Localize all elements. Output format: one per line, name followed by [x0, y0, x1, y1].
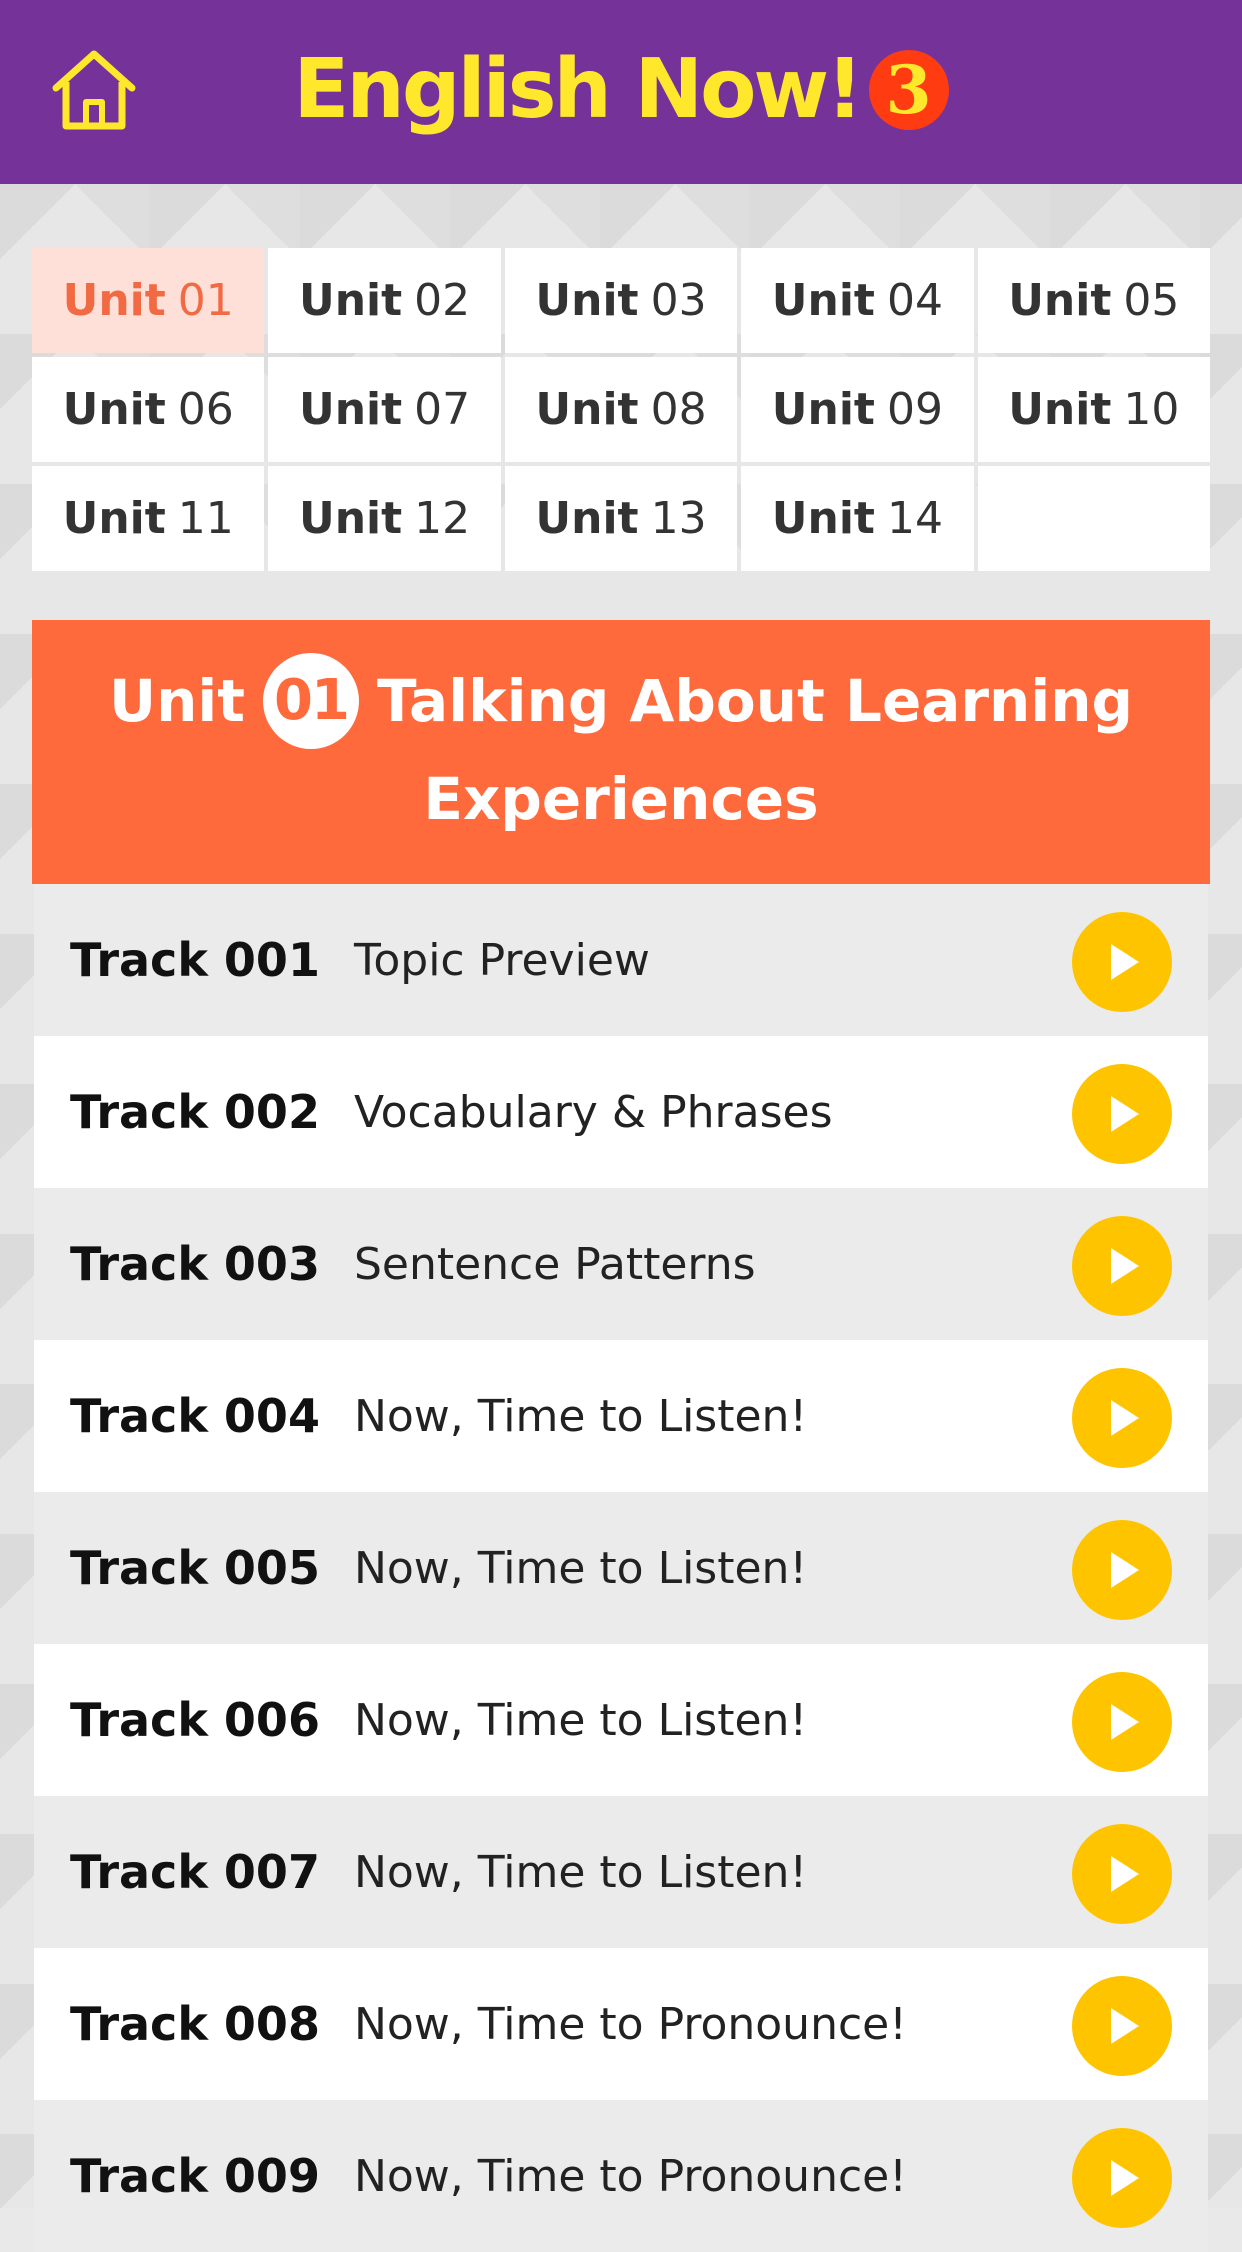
play-icon	[1111, 1552, 1139, 1588]
unit-tab-label: Unit	[771, 493, 875, 544]
track-title: Now, Time to Listen!	[353, 1542, 808, 1594]
play-icon	[1111, 944, 1139, 980]
level-badge: 3	[868, 50, 949, 130]
track-title: Now, Time to Listen!	[353, 1694, 808, 1746]
unit-tab-number: 09	[886, 384, 943, 435]
unit-tab-label: Unit	[771, 384, 875, 435]
track-title: Now, Time to Listen!	[353, 1846, 808, 1898]
play-button[interactable]	[1072, 2128, 1172, 2228]
unit-tab-08[interactable]: Unit 08	[504, 357, 738, 462]
track-number: Track 001	[70, 933, 320, 987]
unit-tab-label: Unit	[299, 384, 403, 435]
app-title-text: English Now!	[293, 42, 863, 137]
unit-tab-number: 10	[1123, 384, 1180, 435]
play-button[interactable]	[1072, 1824, 1172, 1924]
track-number: Track 002	[70, 1085, 320, 1139]
track-title: Now, Time to Pronounce!	[353, 1998, 907, 2050]
track-row[interactable]: Track 008 Now, Time to Pronounce!	[34, 1948, 1208, 2100]
play-button[interactable]	[1072, 1672, 1172, 1772]
unit-tab-number: 13	[650, 493, 707, 544]
track-number: Track 007	[70, 1845, 320, 1899]
track-title: Now, Time to Listen!	[353, 1390, 808, 1442]
unit-tab-07[interactable]: Unit 07	[268, 357, 501, 462]
unit-tab-label: Unit	[771, 275, 875, 326]
unit-tab-number: 07	[414, 384, 471, 435]
unit-tab-label: Unit	[1008, 275, 1112, 326]
unit-tab-12[interactable]: Unit 12	[268, 466, 501, 571]
banner-title-line1: Talking About Learning	[376, 667, 1134, 735]
track-number: Track 008	[70, 1997, 320, 2051]
unit-banner: Unit 01 Talking About Learning Experienc…	[32, 620, 1210, 884]
unit-tab-10[interactable]: Unit 10	[977, 357, 1210, 462]
unit-tab-number: 08	[650, 384, 707, 435]
track-number: Track 009	[70, 2149, 320, 2203]
unit-tab-01[interactable]: Unit 01	[32, 248, 265, 353]
unit-tab-11[interactable]: Unit 11	[32, 466, 265, 571]
banner-unit-number: 01	[262, 653, 359, 749]
play-button[interactable]	[1072, 1368, 1172, 1468]
play-icon	[1111, 1096, 1139, 1132]
unit-tab-label: Unit	[299, 493, 403, 544]
unit-tab-number: 12	[414, 493, 471, 544]
unit-tab-label: Unit	[62, 493, 166, 544]
track-number: Track 004	[70, 1389, 320, 1443]
play-icon	[1111, 1856, 1139, 1892]
track-number: Track 003	[70, 1237, 320, 1291]
unit-tab-label: Unit	[62, 275, 166, 326]
track-title: Now, Time to Pronounce!	[353, 2150, 907, 2202]
play-button[interactable]	[1072, 1520, 1172, 1620]
unit-tab-02[interactable]: Unit 02	[268, 248, 501, 353]
banner-title-line2: Experiences	[423, 765, 819, 833]
unit-tab-number: 02	[414, 275, 471, 326]
track-title: Sentence Patterns	[353, 1238, 756, 1290]
unit-tab-number: 06	[177, 384, 234, 435]
unit-tab-14[interactable]: Unit 14	[741, 466, 974, 571]
track-row[interactable]: Track 001 Topic Preview	[34, 884, 1208, 1036]
unit-grid-empty-cell	[977, 466, 1210, 571]
unit-tab-label: Unit	[1008, 384, 1112, 435]
unit-tab-label: Unit	[535, 275, 639, 326]
app-title: English Now! 3	[0, 30, 1242, 150]
track-row[interactable]: Track 002 Vocabulary & Phrases	[34, 1036, 1208, 1188]
track-row[interactable]: Track 003 Sentence Patterns	[34, 1188, 1208, 1340]
unit-tab-label: Unit	[535, 493, 639, 544]
unit-tab-number: 01	[177, 275, 234, 326]
unit-tab-number: 05	[1123, 275, 1180, 326]
track-row[interactable]: Track 009 Now, Time to Pronounce!	[34, 2100, 1208, 2252]
app-header: English Now! 3	[0, 0, 1242, 184]
track-number: Track 006	[70, 1693, 320, 1747]
track-title: Vocabulary & Phrases	[353, 1086, 833, 1138]
unit-selector-grid: Unit 01 Unit 02 Unit 03 Unit 04 Unit 05 Unit 06 Unit…	[32, 248, 1210, 571]
unit-tab-number: 03	[650, 275, 707, 326]
unit-tab-13[interactable]: Unit 13	[504, 466, 738, 571]
track-number: Track 005	[70, 1541, 320, 1595]
unit-tab-label: Unit	[62, 384, 166, 435]
unit-tab-number: 14	[886, 493, 943, 544]
play-icon	[1111, 2160, 1139, 2196]
play-icon	[1111, 2008, 1139, 2044]
track-row[interactable]: Track 005 Now, Time to Listen!	[34, 1492, 1208, 1644]
play-button[interactable]	[1072, 1216, 1172, 1316]
banner-unit-word: Unit	[108, 667, 245, 735]
unit-tab-03[interactable]: Unit 03	[504, 248, 738, 353]
unit-tab-number: 11	[177, 493, 234, 544]
play-icon	[1111, 1248, 1139, 1284]
unit-tab-label: Unit	[299, 275, 403, 326]
unit-tab-number: 04	[886, 275, 943, 326]
unit-tab-05[interactable]: Unit 05	[977, 248, 1210, 353]
play-button[interactable]	[1072, 1064, 1172, 1164]
track-title: Topic Preview	[353, 934, 650, 986]
play-button[interactable]	[1072, 912, 1172, 1012]
unit-tab-06[interactable]: Unit 06	[32, 357, 265, 462]
track-row[interactable]: Track 007 Now, Time to Listen!	[34, 1796, 1208, 1948]
unit-tab-04[interactable]: Unit 04	[741, 248, 974, 353]
unit-tab-label: Unit	[535, 384, 639, 435]
track-row[interactable]: Track 004 Now, Time to Listen!	[34, 1340, 1208, 1492]
play-button[interactable]	[1072, 1976, 1172, 2076]
unit-tab-09[interactable]: Unit 09	[741, 357, 974, 462]
track-list: Track 001 Topic Preview Track 002 Vocabular…	[34, 884, 1208, 2252]
play-icon	[1111, 1400, 1139, 1436]
track-row[interactable]: Track 006 Now, Time to Listen!	[34, 1644, 1208, 1796]
play-icon	[1111, 1704, 1139, 1740]
